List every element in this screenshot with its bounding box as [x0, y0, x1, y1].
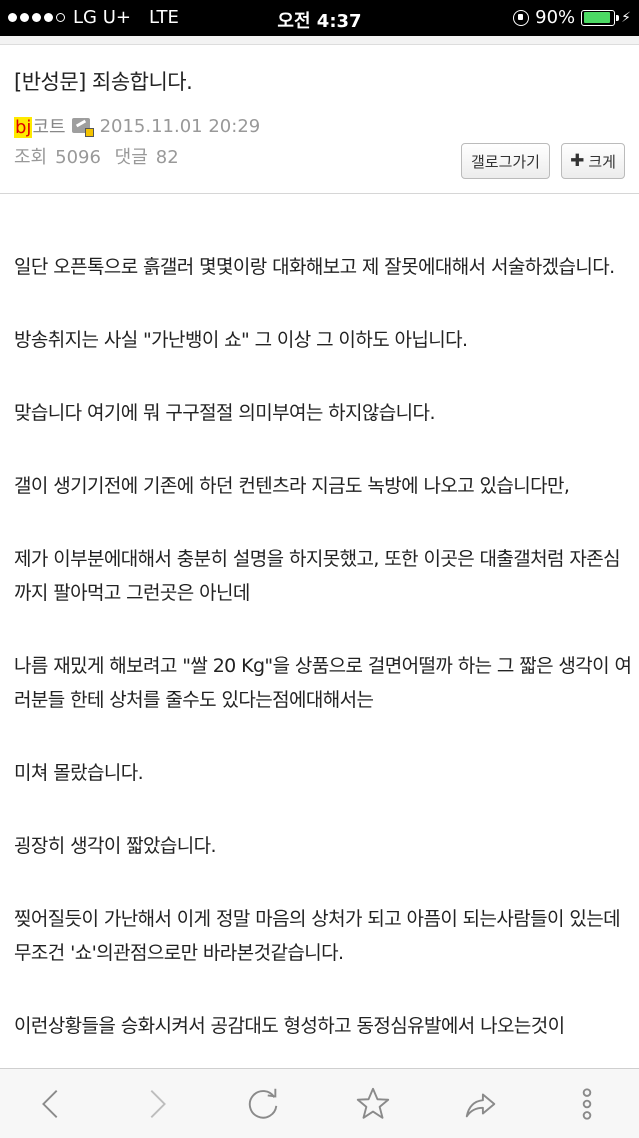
back-button[interactable]	[28, 1081, 74, 1127]
plus-icon: ✚	[570, 151, 585, 171]
status-right: 90% ⚡	[513, 7, 631, 28]
body-paragraph: 제가 이부분에대해서 충분히 설명을 하지못했고, 또한 이곳은 대출갤처럼 자…	[14, 548, 621, 604]
views-count: 5096	[55, 147, 101, 168]
back-icon	[42, 1090, 58, 1118]
post-title: [반성문] 죄송합니다.	[14, 70, 193, 94]
battery-icon	[581, 9, 620, 26]
status-bar: LG U+ LTE 오전 4:37 90% ⚡	[0, 0, 639, 36]
battery-tip	[616, 14, 620, 21]
post-date: 2015.11.01 20:29	[99, 115, 261, 137]
body-paragraph: 방송취지는 사실 "가난뱅이 쇼" 그 이상 그 이하도 아닙니다.	[14, 329, 468, 351]
enlarge-button[interactable]: ✚ 크게	[561, 143, 625, 179]
comments-label: 댓글	[114, 147, 148, 168]
gallog-button[interactable]: 갤로그가기	[461, 143, 550, 179]
editor-badge-icon	[71, 117, 94, 137]
body-paragraph: 굉장히 생각이 짧았습니다.	[14, 835, 217, 857]
battery-percent: 90%	[535, 7, 576, 28]
bookmark-star-icon	[356, 1087, 390, 1119]
author-name-highlight: bj	[14, 117, 33, 138]
forward-button[interactable]	[134, 1081, 180, 1127]
enlarge-label: 크게	[588, 152, 616, 171]
charging-bolt-icon: ⚡	[621, 9, 631, 26]
more-button[interactable]	[564, 1081, 610, 1127]
body-paragraph: 이런상황들을 승화시켜서 공감대도 형성하고 동정심유발에서 나오는것이	[14, 1015, 565, 1037]
post-body: 일단 오픈톡으로 흙갤러 몇몇이랑 대화해보고 제 잘못에대해서 서술하겠습니다…	[14, 250, 632, 1082]
reload-icon	[248, 1088, 278, 1119]
reload-button[interactable]	[240, 1081, 286, 1127]
author-name-rest: 코트	[32, 117, 66, 138]
battery-fill	[583, 12, 610, 23]
header-divider	[0, 193, 639, 194]
body-paragraph: 나름 재밌게 해보려고 "쌀 20 Kg"을 상품으로 걸면어떨까 하는 그 짧…	[14, 655, 632, 711]
post-stats: 조회 5096 댓글 82	[14, 143, 187, 169]
body-paragraph: 찢어질듯이 가난해서 이게 정말 마음의 상처가 되고 아픔이 되는사람들이 있…	[14, 908, 621, 964]
bookmark-button[interactable]	[350, 1081, 396, 1127]
views-label: 조회	[14, 147, 48, 168]
share-icon	[465, 1093, 496, 1118]
author-name[interactable]: bj코트	[14, 113, 66, 139]
browser-top-strip	[0, 36, 639, 45]
rotation-lock-icon	[513, 9, 530, 26]
more-icon	[582, 1088, 592, 1120]
body-paragraph: 미쳐 몰랐습니다.	[14, 762, 144, 784]
body-paragraph: 갤이 생기기전에 기존에 하던 컨텐츠라 지금도 녹방에 나오고 있습니다만,	[14, 475, 570, 497]
share-button[interactable]	[458, 1081, 504, 1127]
browser-toolbar	[0, 1068, 639, 1138]
forward-icon	[150, 1090, 166, 1118]
author-line: bj코트 2015.11.01 20:29	[14, 113, 260, 139]
body-paragraph: 일단 오픈톡으로 흙갤러 몇몇이랑 대화해보고 제 잘못에대해서 서술하겠습니다…	[14, 256, 615, 278]
body-paragraph: 맞습니다 여기에 뭐 구구절절 의미부여는 하지않습니다.	[14, 402, 435, 424]
comments-count: 82	[155, 147, 179, 168]
